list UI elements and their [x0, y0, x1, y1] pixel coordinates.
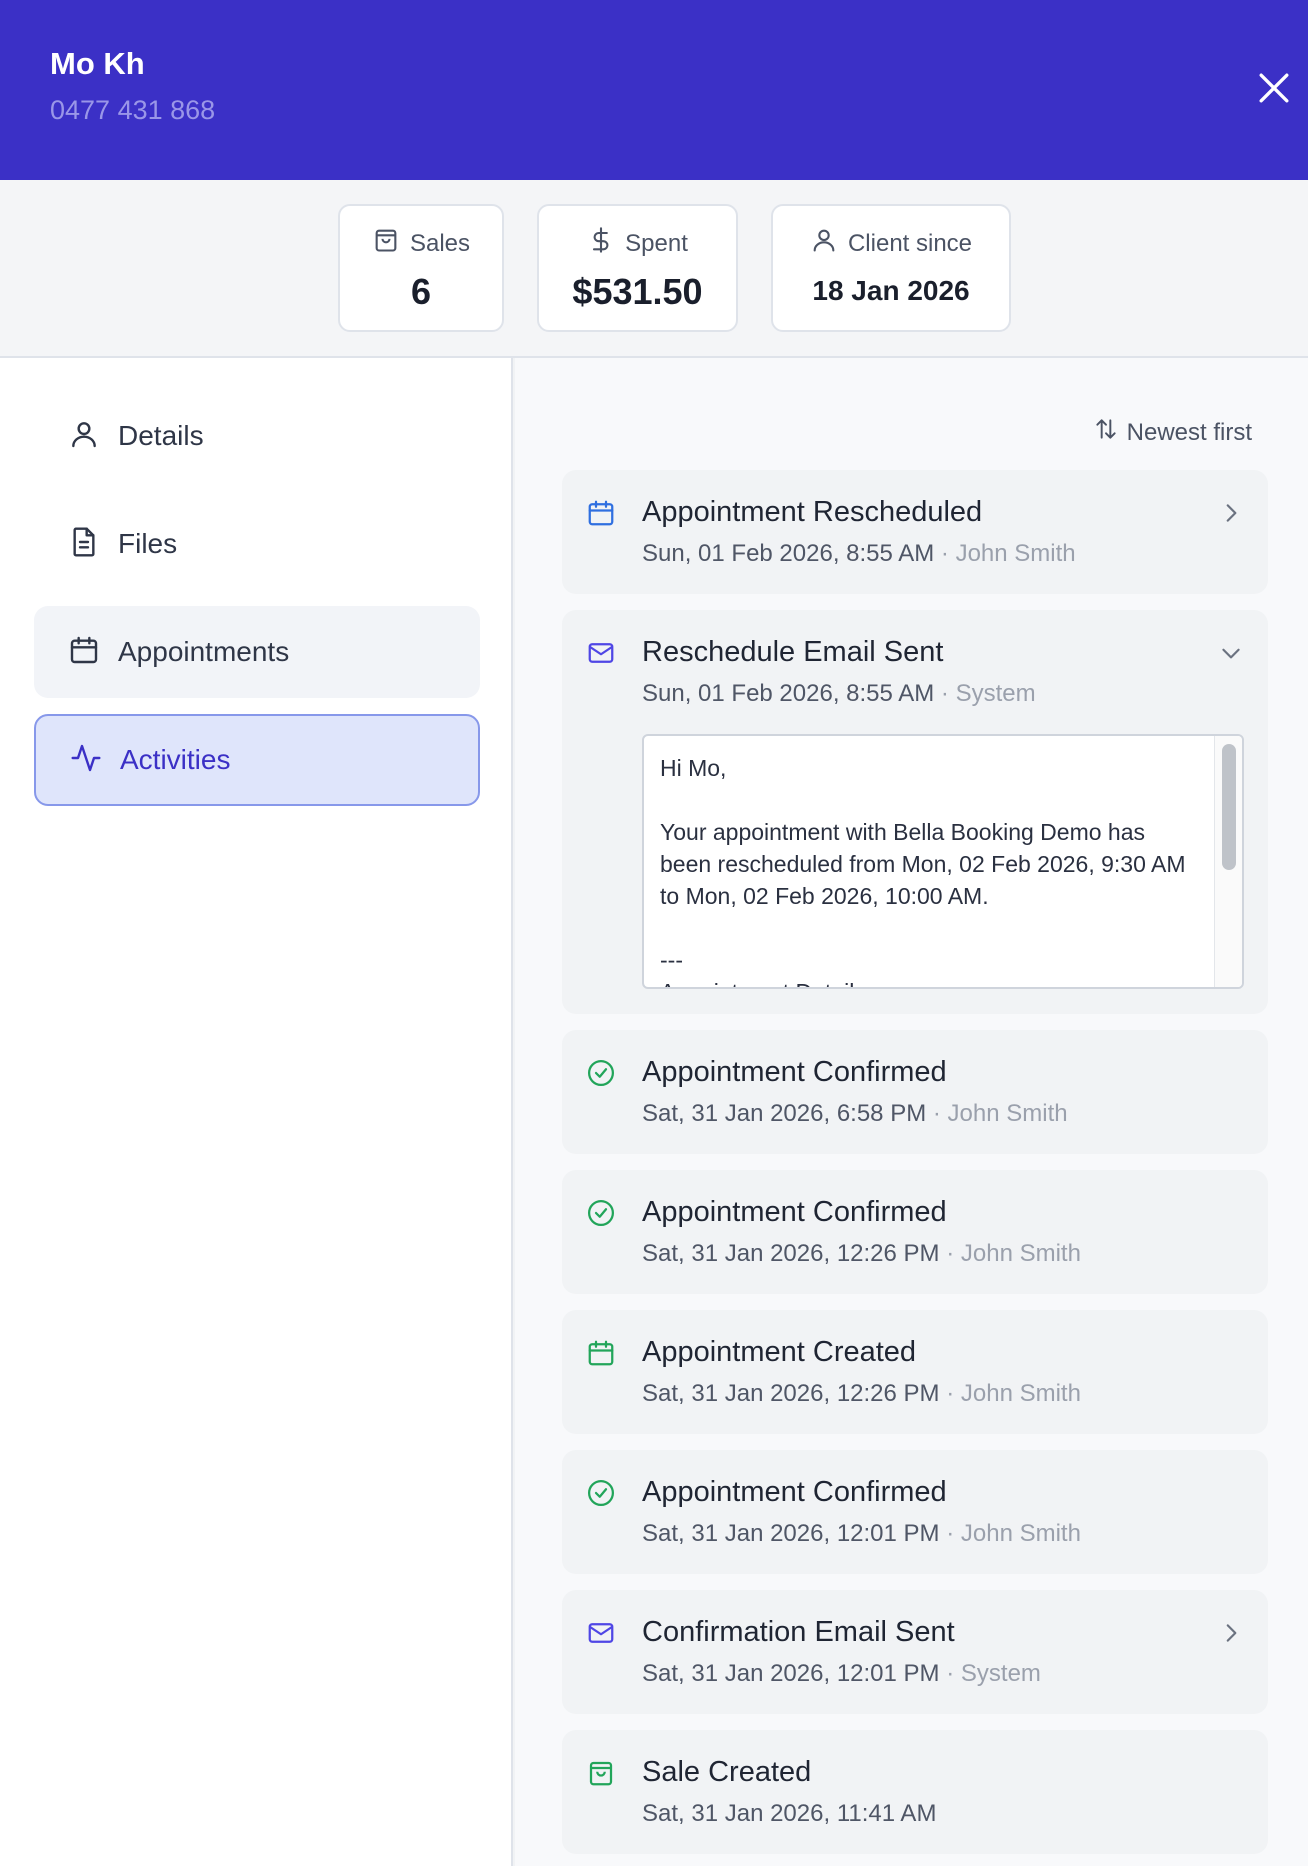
activity-title: Appointment Confirmed: [642, 1196, 947, 1228]
user-icon: [68, 418, 118, 455]
activity-date: Sat, 31 Jan 2026, 6:58 PM: [642, 1100, 927, 1127]
close-icon[interactable]: [1252, 66, 1296, 110]
activity-title: Reschedule Email Sent: [642, 636, 944, 668]
scrollbar[interactable]: [1214, 736, 1242, 987]
activity-item[interactable]: Confirmation Email Sent Sat, 31 Jan 2026…: [562, 1590, 1268, 1714]
activity-author: System: [955, 680, 1036, 707]
email-preview[interactable]: Hi Mo, Your appointment with Bella Booki…: [642, 734, 1244, 989]
activity-meta: Sat, 31 Jan 2026, 12:26 PM · John Smith: [642, 1240, 1081, 1268]
calendar-icon: [68, 634, 118, 671]
activity-title: Appointment Confirmed: [642, 1476, 947, 1508]
chevron-right-icon[interactable]: [1218, 500, 1244, 526]
activity-item[interactable]: Sale Created Sat, 31 Jan 2026, 11:41 AM: [562, 1730, 1268, 1854]
activity-item-expanded[interactable]: Reschedule Email Sent Sun, 01 Feb 2026, …: [562, 610, 1268, 1014]
activity-item[interactable]: Appointment Created Sat, 31 Jan 2026, 12…: [562, 1310, 1268, 1434]
meta-separator: ·: [940, 680, 949, 707]
stat-client-since-label: Client since: [847, 229, 973, 257]
activity-title: Appointment Rescheduled: [642, 496, 983, 528]
meta-separator: ·: [932, 1100, 941, 1127]
stat-sales-label: Sales: [409, 229, 471, 257]
sidebar-item-details[interactable]: Details: [34, 390, 480, 482]
check-circle-icon: [586, 1478, 616, 1508]
shopping-bag-icon: [586, 1758, 616, 1788]
client-name: Mo Kh: [50, 46, 145, 81]
activity-item[interactable]: Appointment Confirmed Sat, 31 Jan 2026, …: [562, 1450, 1268, 1574]
activity-item[interactable]: Appointment Confirmed Sat, 31 Jan 2026, …: [562, 1030, 1268, 1154]
check-circle-icon: [586, 1198, 616, 1228]
calendar-icon: [586, 1338, 616, 1368]
shopping-bag-icon: [372, 226, 400, 261]
stat-sales: Sales 6: [338, 204, 504, 332]
stats-strip: Sales 6 Spent $531.50 Client since 18 Ja…: [0, 180, 1308, 358]
chevron-down-icon[interactable]: [1218, 640, 1244, 666]
stat-spent: Spent $531.50: [537, 204, 738, 332]
activity-date: Sat, 31 Jan 2026, 12:26 PM: [642, 1240, 940, 1267]
sidebar-nav: Details Files Appointments Activities: [0, 358, 513, 1866]
activity-meta: Sat, 31 Jan 2026, 11:41 AM: [642, 1800, 936, 1828]
scrollbar-thumb[interactable]: [1222, 744, 1236, 870]
meta-separator: ·: [946, 1240, 955, 1267]
meta-separator: ·: [946, 1520, 955, 1547]
activity-item[interactable]: Appointment Confirmed Sat, 31 Jan 2026, …: [562, 1170, 1268, 1294]
activity-date: Sat, 31 Jan 2026, 12:01 PM: [642, 1520, 940, 1547]
activity-author: John Smith: [947, 1100, 1068, 1127]
activity-author: John Smith: [960, 1380, 1081, 1407]
activity-date: Sat, 31 Jan 2026, 12:01 PM: [642, 1660, 940, 1687]
activity-title: Confirmation Email Sent: [642, 1616, 955, 1648]
mail-icon: [586, 1618, 616, 1648]
client-header: Mo Kh 0477 431 868: [0, 0, 1308, 180]
email-body: Hi Mo, Your appointment with Bella Booki…: [660, 755, 1186, 987]
activity-date: Sun, 01 Feb 2026, 8:55 AM: [642, 680, 935, 707]
activity-title: Appointment Created: [642, 1336, 917, 1368]
stat-spent-label: Spent: [625, 229, 688, 257]
activity-date: Sat, 31 Jan 2026, 12:26 PM: [642, 1380, 940, 1407]
activity-meta: Sat, 31 Jan 2026, 6:58 PM · John Smith: [642, 1100, 1068, 1128]
activity-icon: [70, 742, 120, 779]
activity-author: John Smith: [960, 1520, 1081, 1547]
activities-panel: Newest first Appointment Rescheduled Sun…: [515, 358, 1308, 1866]
activity-title: Appointment Confirmed: [642, 1056, 947, 1088]
activity-meta: Sat, 31 Jan 2026, 12:01 PM · System: [642, 1660, 1041, 1688]
activity-title: Sale Created: [642, 1756, 812, 1788]
meta-separator: ·: [946, 1380, 955, 1407]
sidebar-item-appointments[interactable]: Appointments: [34, 606, 480, 698]
activity-meta: Sat, 31 Jan 2026, 12:26 PM · John Smith: [642, 1380, 1081, 1408]
file-icon: [68, 526, 118, 563]
sort-arrows-icon: [1093, 416, 1119, 449]
sidebar-item-label: Appointments: [118, 636, 290, 667]
sidebar-item-activities[interactable]: Activities: [34, 714, 480, 806]
client-phone[interactable]: 0477 431 868: [50, 95, 215, 126]
calendar-icon: [586, 498, 616, 528]
activity-meta: Sun, 01 Feb 2026, 8:55 AM · John Smith: [642, 540, 1076, 568]
stat-sales-value: 6: [410, 271, 432, 312]
sidebar-item-label: Files: [118, 528, 178, 559]
meta-separator: ·: [940, 540, 949, 567]
stat-client-since-value: 18 Jan 2026: [812, 275, 970, 306]
dollar-icon: [587, 226, 615, 261]
stat-spent-value: $531.50: [572, 271, 703, 312]
sort-label: Newest first: [1126, 418, 1252, 446]
activity-meta: Sat, 31 Jan 2026, 12:01 PM · John Smith: [642, 1520, 1081, 1548]
activity-item[interactable]: Appointment Rescheduled Sun, 01 Feb 2026…: [562, 470, 1268, 594]
chevron-right-icon[interactable]: [1218, 1620, 1244, 1646]
activity-author: System: [960, 1660, 1041, 1687]
meta-separator: ·: [946, 1660, 955, 1687]
mail-icon: [586, 638, 616, 668]
activity-meta: Sun, 01 Feb 2026, 8:55 AM · System: [642, 680, 1036, 708]
sidebar-item-label: Details: [118, 420, 204, 451]
activity-author: John Smith: [960, 1240, 1081, 1267]
sort-toggle[interactable]: Newest first: [1093, 416, 1252, 449]
sidebar-item-files[interactable]: Files: [34, 498, 480, 590]
sidebar-item-label: Activities: [120, 744, 231, 775]
activity-date: Sun, 01 Feb 2026, 8:55 AM: [642, 540, 935, 567]
activity-date: Sat, 31 Jan 2026, 11:41 AM: [642, 1800, 937, 1827]
stat-client-since: Client since 18 Jan 2026: [771, 204, 1011, 332]
check-circle-icon: [586, 1058, 616, 1088]
activity-author: John Smith: [955, 540, 1076, 567]
user-icon: [810, 226, 838, 261]
